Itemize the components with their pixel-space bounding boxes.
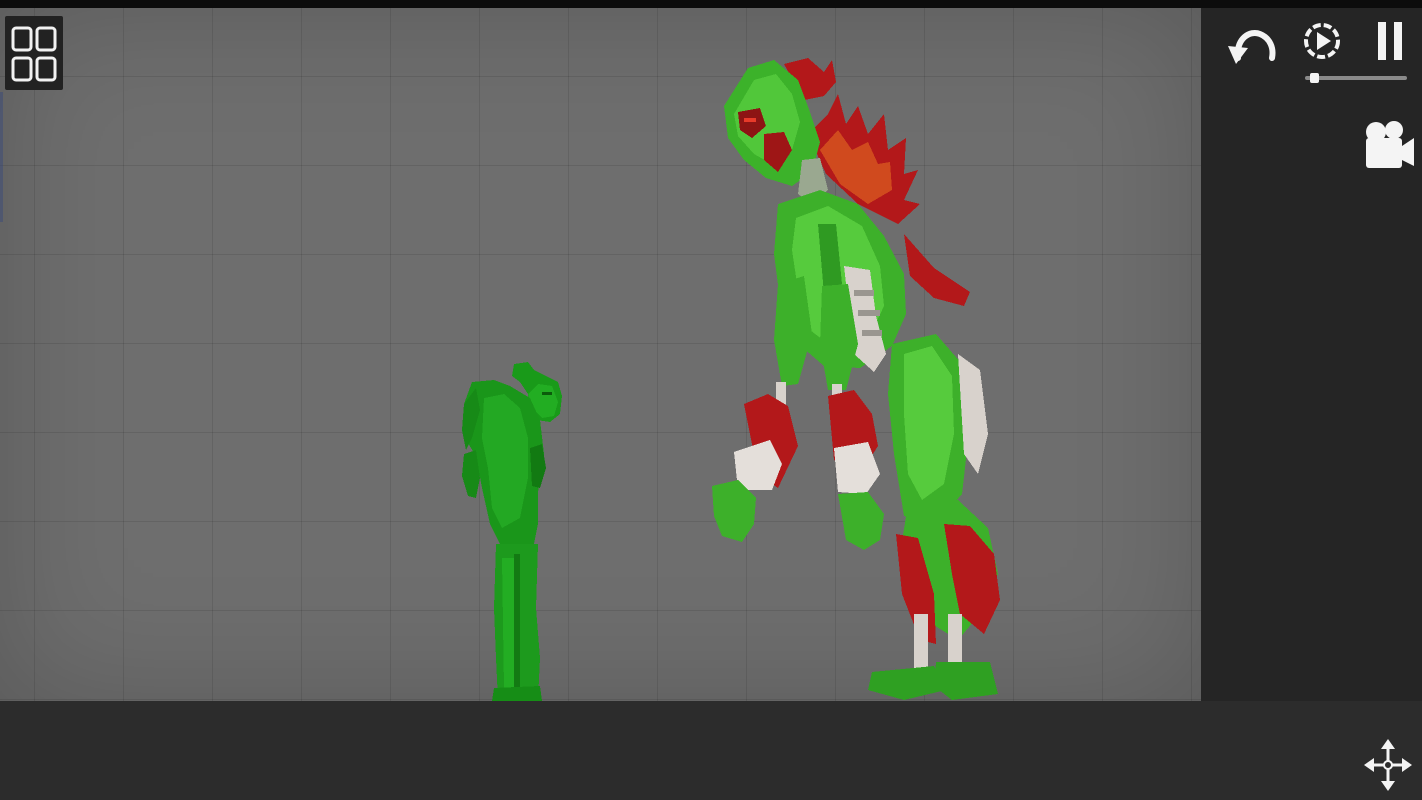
grid-menu-icon <box>11 26 57 82</box>
move-button[interactable] <box>1364 738 1412 792</box>
undo-button[interactable] <box>1226 20 1278 70</box>
time-scale-slider[interactable] <box>1305 73 1407 83</box>
grid-menu-button[interactable] <box>5 16 63 90</box>
pause-button[interactable] <box>1372 18 1408 64</box>
melon-character[interactable] <box>458 358 568 703</box>
mutant-creature[interactable] <box>708 54 1008 704</box>
time-scale-thumb[interactable] <box>1309 73 1319 83</box>
slow-motion-icon <box>1304 23 1340 59</box>
undo-arrow-icon <box>1228 30 1276 64</box>
top-strip <box>0 0 1422 8</box>
sandbox-area[interactable] <box>0 8 1201 701</box>
pause-icon <box>1378 22 1402 60</box>
time-scale-track <box>1305 76 1407 80</box>
side-panel <box>1201 8 1422 701</box>
slow-motion-button[interactable] <box>1300 18 1344 64</box>
move-arrows-icon <box>1364 739 1412 791</box>
left-edge-marker <box>0 92 3 222</box>
camera-icon <box>1366 121 1414 168</box>
camera-button[interactable] <box>1362 118 1416 174</box>
floor <box>0 701 1422 800</box>
